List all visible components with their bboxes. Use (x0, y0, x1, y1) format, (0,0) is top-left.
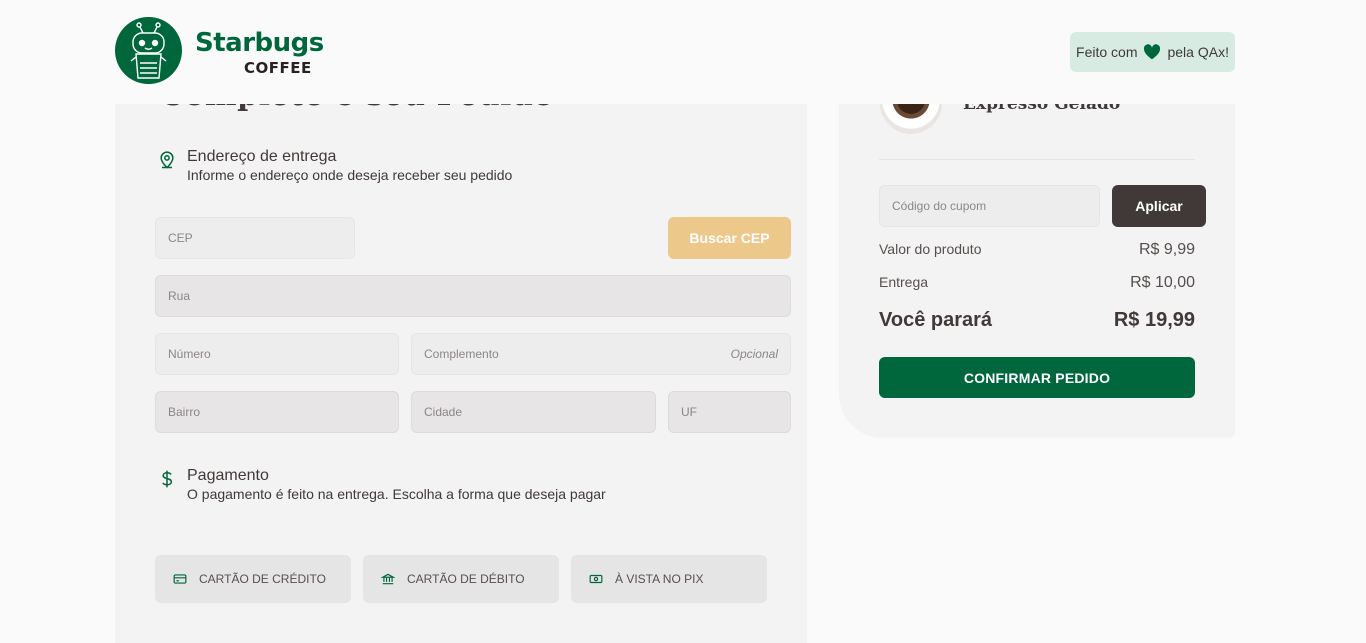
coupon-input[interactable]: Código do cupom (879, 185, 1100, 227)
street-input[interactable]: Rua (155, 275, 791, 317)
delivery-label: Entrega (879, 274, 929, 290)
debit-card-option[interactable]: CARTÃO DE DÉBITO (363, 555, 559, 603)
payment-section-header: Pagamento O pagamento é feito na entrega… (157, 466, 606, 504)
number-placeholder: Número (168, 347, 211, 361)
money-icon (589, 574, 603, 584)
brand-subtitle: COFFEE (244, 59, 312, 77)
credit-card-option[interactable]: CARTÃO DE CRÉDITO (155, 555, 351, 603)
product-value-row: Valor do produto R$ 9,99 (879, 241, 1195, 259)
pix-option[interactable]: À VISTA NO PIX (571, 555, 767, 603)
address-section-header: Endereço de entrega Informe o endereço o… (157, 147, 512, 185)
cep-placeholder: CEP (168, 231, 193, 245)
pix-label: À VISTA NO PIX (615, 572, 704, 586)
total-value: R$ 19,99 (1113, 309, 1195, 331)
district-placeholder: Bairro (168, 405, 201, 419)
address-subtitle: Informe o endereço onde deseja receber s… (187, 167, 513, 183)
credit-card-icon (173, 574, 187, 584)
district-input[interactable]: Bairro (155, 391, 399, 433)
product-value-label: Valor do produto (879, 241, 982, 257)
state-placeholder: UF (681, 405, 697, 419)
logo[interactable] (115, 17, 182, 84)
debit-card-label: CARTÃO DE DÉBITO (407, 572, 525, 586)
coupon-placeholder: Código do cupom (892, 199, 987, 213)
complement-placeholder: Complemento (424, 347, 499, 361)
street-placeholder: Rua (168, 289, 191, 303)
total-label: Você parará (879, 309, 993, 331)
bank-icon (381, 573, 395, 585)
product-value: R$ 9,99 (1138, 241, 1195, 258)
cep-input[interactable]: CEP (155, 217, 355, 259)
complement-input[interactable]: Complemento Opcional (411, 333, 791, 375)
address-title: Endereço de entrega (187, 148, 337, 165)
delivery-value: R$ 10,00 (1130, 274, 1195, 291)
optional-label: Opcional (730, 347, 778, 361)
payment-title: Pagamento (187, 467, 269, 484)
payment-subtitle: O pagamento é feito na entrega. Escolha … (187, 486, 606, 502)
heart-icon (1144, 44, 1161, 60)
confirm-order-button[interactable]: CONFIRMAR PEDIDO (879, 357, 1195, 398)
delivery-row: Entrega R$ 10,00 (879, 274, 1195, 292)
made-with-badge: Feito com pela QAx! (1070, 32, 1235, 72)
credit-card-label: CARTÃO DE CRÉDITO (199, 572, 326, 586)
number-input[interactable]: Número (155, 333, 399, 375)
made-with-prefix: Feito com (1076, 44, 1138, 60)
map-pin-icon (160, 151, 174, 169)
city-input[interactable]: Cidade (411, 391, 656, 433)
brand-name: Starbugs (195, 28, 324, 58)
city-placeholder: Cidade (424, 405, 463, 419)
apply-coupon-button[interactable]: Aplicar (1112, 185, 1206, 227)
robot-logo-icon (130, 22, 167, 79)
made-with-suffix: pela QAx! (1167, 44, 1229, 60)
divider (879, 159, 1195, 160)
total-row: Você parará R$ 19,99 (879, 309, 1195, 332)
state-input[interactable]: UF (668, 391, 791, 433)
search-cep-button[interactable]: Buscar CEP (668, 217, 791, 259)
dollar-icon (162, 470, 173, 488)
